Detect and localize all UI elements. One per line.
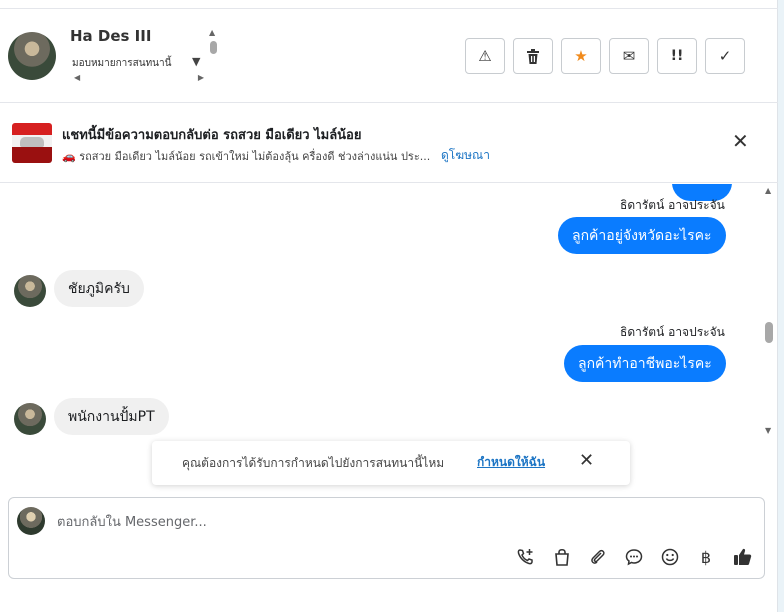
warning-triangle-icon: ⚠ bbox=[478, 47, 492, 65]
smiley-glyph bbox=[661, 548, 679, 566]
mark-unread-button[interactable]: ✉ bbox=[609, 38, 649, 74]
trash-icon bbox=[527, 48, 539, 64]
sender-name: ธิดารัตน์ อาจประจัน bbox=[620, 198, 725, 212]
car-icon: 🚗 bbox=[62, 150, 76, 163]
thumbs-up-glyph bbox=[733, 548, 751, 565]
scroll-right-icon[interactable]: ▶ bbox=[198, 73, 204, 82]
vertical-scrollbar[interactable]: ▲ bbox=[208, 28, 220, 68]
phone-plus-icon[interactable] bbox=[515, 546, 537, 568]
message-scrollbar[interactable]: ▲ ▼ bbox=[762, 184, 776, 440]
assign-prompt-text: คุณต้องการได้รับการกำหนดไปยังการสนทนานี้… bbox=[182, 456, 445, 470]
assign-conversation-dropdown[interactable]: มอบหมายการสนทนานี้ ▼ ◀ ▶ bbox=[70, 53, 222, 89]
assign-to-me-link[interactable]: กำหนดให้ฉัน bbox=[477, 453, 545, 472]
report-button[interactable]: ⚠ bbox=[465, 38, 505, 74]
conversation-header: Ha Des III มอบหมายการสนทนานี้ ▼ ◀ ▶ ▲ ⚠ bbox=[0, 9, 778, 103]
scroll-down-icon[interactable]: ▼ bbox=[765, 426, 771, 435]
page-avatar bbox=[17, 507, 45, 535]
chat-bubble-glyph bbox=[625, 549, 643, 566]
message-bubble-incoming: พนักงานปั้มPT bbox=[54, 398, 169, 435]
delete-button[interactable] bbox=[513, 38, 553, 74]
ad-description-row: 🚗 รถสวย มือเดียว ไมล์น้อย รถเข้าใหม่ ไม่… bbox=[62, 147, 430, 165]
caret-down-icon[interactable]: ▼ bbox=[192, 55, 200, 68]
assign-prompt-toast: คุณต้องการได้รับการกำหนดไปยังการสนทนานี้… bbox=[152, 441, 630, 485]
scrollbar-thumb[interactable] bbox=[765, 322, 773, 343]
paperclip-icon[interactable] bbox=[587, 546, 609, 568]
ad-title: แชทนี้มีข้อความตอบกลับต่อ รถสวย มือเดียว… bbox=[62, 128, 362, 143]
view-ad-link[interactable]: ดูโฆษณา bbox=[441, 146, 490, 165]
paperclip-glyph bbox=[591, 549, 605, 564]
shopping-bag-glyph bbox=[555, 548, 569, 566]
scrollbar-thumb[interactable] bbox=[210, 41, 217, 54]
envelope-icon: ✉ bbox=[622, 47, 636, 65]
scroll-up-icon[interactable]: ▲ bbox=[765, 186, 771, 195]
follow-up-button[interactable]: !! bbox=[657, 38, 697, 74]
conversation-panel: Ha Des III มอบหมายการสนทนานี้ ▼ ◀ ▶ ▲ ⚠ bbox=[0, 0, 778, 612]
close-icon[interactable]: ✕ bbox=[732, 131, 749, 151]
assign-conversation-label: มอบหมายการสนทนานี้ bbox=[72, 58, 172, 69]
ad-description: รถสวย มือเดียว ไมล์น้อย รถเข้าใหม่ ไม่ต้… bbox=[79, 150, 431, 163]
contact-avatar-small[interactable] bbox=[14, 275, 46, 307]
scroll-up-icon[interactable]: ▲ bbox=[209, 28, 215, 37]
contact-avatar-small[interactable] bbox=[14, 403, 46, 435]
star-button[interactable]: ★ bbox=[561, 38, 601, 74]
horizontal-scrollbar[interactable]: ◀ ▶ bbox=[74, 73, 204, 83]
message-bubble-outgoing: ลูกค้าทำอาชีพอะไรคะ bbox=[564, 345, 726, 382]
baht-icon[interactable]: ฿ bbox=[695, 546, 717, 568]
sender-name: ธิดารัตน์ อาจประจัน bbox=[620, 325, 725, 339]
ad-thumbnail[interactable] bbox=[12, 123, 52, 163]
star-icon: ★ bbox=[574, 47, 588, 65]
car-image bbox=[20, 137, 44, 147]
chat-bubble-icon[interactable] bbox=[623, 546, 645, 568]
mark-done-button[interactable]: ✓ bbox=[705, 38, 745, 74]
contact-avatar[interactable] bbox=[8, 32, 56, 80]
smiley-icon[interactable] bbox=[659, 546, 681, 568]
message-thread[interactable]: ธิดารัตน์ อาจประจัน ลูกค้าอยู่จังหวัดอะไ… bbox=[0, 184, 778, 440]
message-bubble-outgoing: ลูกค้าอยู่จังหวัดอะไรคะ bbox=[558, 217, 726, 254]
exclamation-icon: !! bbox=[670, 48, 684, 64]
close-icon[interactable]: ✕ bbox=[579, 452, 594, 470]
contact-name[interactable]: Ha Des III bbox=[70, 27, 151, 45]
thumbs-up-icon[interactable] bbox=[731, 546, 753, 568]
message-bubble-incoming: ชัยภูมิครับ bbox=[54, 270, 144, 307]
reply-composer: ฿ bbox=[8, 497, 765, 579]
shopping-bag-icon[interactable] bbox=[551, 546, 573, 568]
ad-context-banner: แชทนี้มีข้อความตอบกลับต่อ รถสวย มือเดียว… bbox=[0, 103, 778, 183]
scroll-left-icon[interactable]: ◀ bbox=[74, 73, 80, 82]
checkmark-icon: ✓ bbox=[718, 47, 732, 65]
reply-input[interactable] bbox=[57, 512, 657, 532]
phone-plus-glyph bbox=[517, 549, 533, 565]
